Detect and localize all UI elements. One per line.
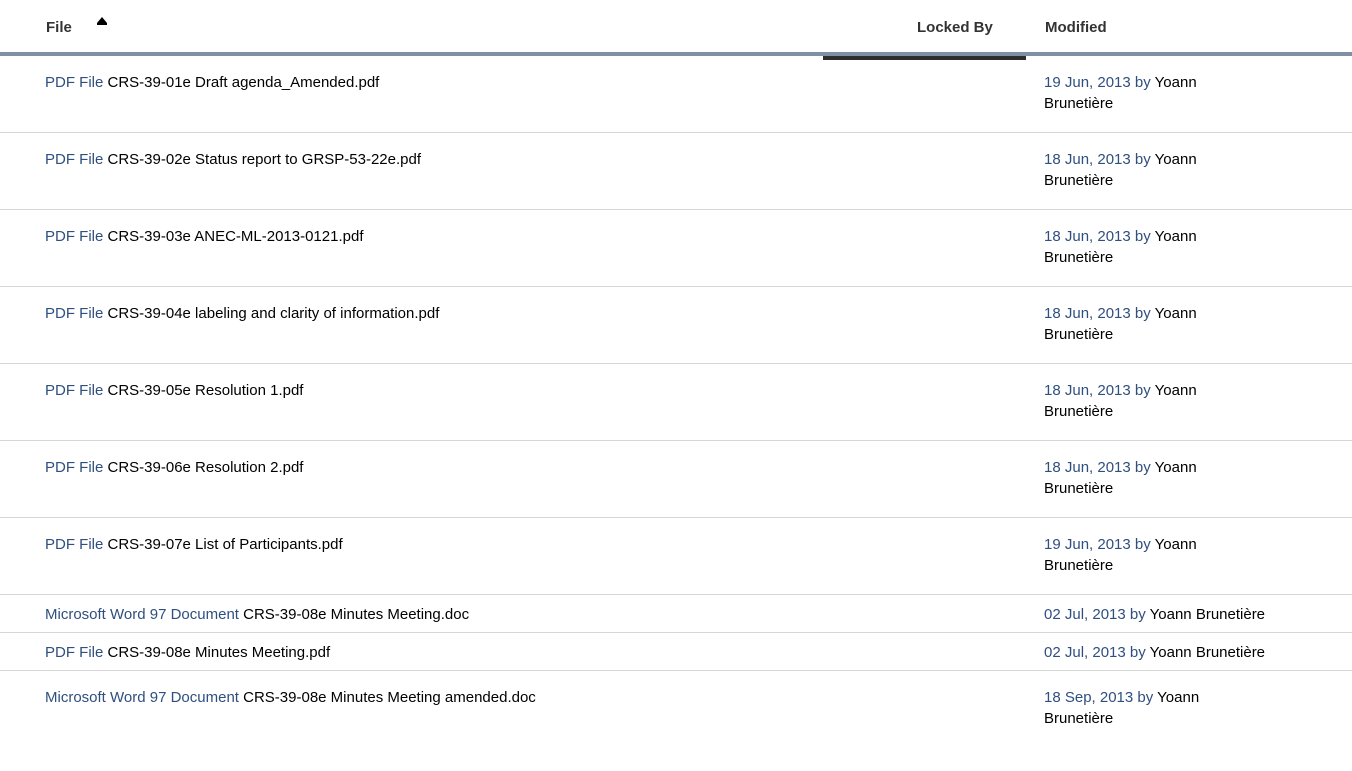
- file-cell: PDF File CRS-39-01e Draft agenda_Amended…: [45, 72, 379, 93]
- modified-cell: 02 Jul, 2013 by Yoann Brunetière: [1044, 604, 1344, 625]
- file-cell: PDF File CRS-39-07e List of Participants…: [45, 534, 343, 555]
- file-name[interactable]: CRS-39-08e Minutes Meeting amended.doc: [243, 689, 536, 706]
- file-name[interactable]: CRS-39-02e Status report to GRSP-53-22e.…: [108, 151, 422, 168]
- file-cell: PDF File CRS-39-06e Resolution 2.pdf: [45, 457, 303, 478]
- modified-date-link[interactable]: 02 Jul, 2013 by: [1044, 644, 1146, 661]
- modified-cell: 18 Jun, 2013 by Yoann Brunetière: [1044, 303, 1259, 345]
- file-type-link[interactable]: PDF File: [45, 644, 103, 661]
- modified-cell: 19 Jun, 2013 by Yoann Brunetière: [1044, 72, 1259, 114]
- column-header-modified[interactable]: Modified: [1045, 18, 1107, 38]
- table-row: PDF File CRS-39-04e labeling and clarity…: [0, 287, 1352, 364]
- table-row: Microsoft Word 97 Document CRS-39-08e Mi…: [0, 595, 1352, 633]
- modified-cell: 19 Jun, 2013 by Yoann Brunetière: [1044, 534, 1259, 576]
- modified-date-link[interactable]: 19 Jun, 2013 by: [1044, 536, 1151, 553]
- file-name[interactable]: CRS-39-07e List of Participants.pdf: [108, 536, 343, 553]
- file-cell: PDF File CRS-39-02e Status report to GRS…: [45, 149, 421, 170]
- file-cell: Microsoft Word 97 Document CRS-39-08e Mi…: [45, 687, 536, 708]
- file-cell: PDF File CRS-39-05e Resolution 1.pdf: [45, 380, 303, 401]
- file-name[interactable]: CRS-39-06e Resolution 2.pdf: [108, 459, 304, 476]
- column-header-file[interactable]: File: [46, 18, 72, 38]
- modified-cell: 18 Jun, 2013 by Yoann Brunetière: [1044, 149, 1259, 191]
- file-type-link[interactable]: PDF File: [45, 382, 103, 399]
- table-row: PDF File CRS-39-08e Minutes Meeting.pdf …: [0, 633, 1352, 671]
- file-type-link[interactable]: PDF File: [45, 228, 103, 245]
- file-type-link[interactable]: Microsoft Word 97 Document: [45, 689, 239, 706]
- modified-cell: 18 Jun, 2013 by Yoann Brunetière: [1044, 380, 1259, 422]
- file-type-link[interactable]: PDF File: [45, 74, 103, 91]
- modified-date-link[interactable]: 18 Jun, 2013 by: [1044, 459, 1151, 476]
- table-row: PDF File CRS-39-02e Status report to GRS…: [0, 133, 1352, 210]
- modified-cell: 02 Jul, 2013 by Yoann Brunetière: [1044, 642, 1344, 663]
- file-type-link[interactable]: Microsoft Word 97 Document: [45, 606, 239, 623]
- table-row: Microsoft Word 97 Document CRS-39-08e Mi…: [0, 671, 1352, 748]
- modified-user-link[interactable]: Yoann Brunetière: [1150, 644, 1265, 661]
- table-row: PDF File CRS-39-05e Resolution 1.pdf 18 …: [0, 364, 1352, 441]
- attachments-table: File Locked By Modified PDF File CRS-39-…: [0, 0, 1352, 748]
- column-header-locked-by[interactable]: Locked By: [917, 18, 993, 38]
- modified-date-link[interactable]: 02 Jul, 2013 by: [1044, 606, 1146, 623]
- modified-date-link[interactable]: 18 Jun, 2013 by: [1044, 382, 1151, 399]
- file-type-link[interactable]: PDF File: [45, 151, 103, 168]
- modified-date-link[interactable]: 19 Jun, 2013 by: [1044, 74, 1151, 91]
- modified-date-link[interactable]: 18 Sep, 2013 by: [1044, 689, 1153, 706]
- file-name[interactable]: CRS-39-03e ANEC-ML-2013-0121.pdf: [108, 228, 364, 245]
- table-row: PDF File CRS-39-03e ANEC-ML-2013-0121.pd…: [0, 210, 1352, 287]
- modified-user-link[interactable]: Yoann Brunetière: [1150, 606, 1265, 623]
- file-name[interactable]: CRS-39-05e Resolution 1.pdf: [108, 382, 304, 399]
- modified-cell: 18 Jun, 2013 by Yoann Brunetière: [1044, 457, 1259, 499]
- file-cell: PDF File CRS-39-08e Minutes Meeting.pdf: [45, 642, 330, 663]
- file-cell: PDF File CRS-39-03e ANEC-ML-2013-0121.pd…: [45, 226, 363, 247]
- modified-date-link[interactable]: 18 Jun, 2013 by: [1044, 305, 1151, 322]
- table-row: PDF File CRS-39-06e Resolution 2.pdf 18 …: [0, 441, 1352, 518]
- file-cell: PDF File CRS-39-04e labeling and clarity…: [45, 303, 439, 324]
- table-row: PDF File CRS-39-07e List of Participants…: [0, 518, 1352, 595]
- file-name[interactable]: CRS-39-08e Minutes Meeting.pdf: [108, 644, 331, 661]
- file-type-link[interactable]: PDF File: [45, 305, 103, 322]
- file-name[interactable]: CRS-39-04e labeling and clarity of infor…: [108, 305, 440, 322]
- table-header: File Locked By Modified: [0, 0, 1352, 56]
- modified-date-link[interactable]: 18 Jun, 2013 by: [1044, 228, 1151, 245]
- file-cell: Microsoft Word 97 Document CRS-39-08e Mi…: [45, 604, 469, 625]
- file-name[interactable]: CRS-39-08e Minutes Meeting.doc: [243, 606, 469, 623]
- modified-cell: 18 Sep, 2013 by Yoann Brunetière: [1044, 687, 1259, 729]
- file-name[interactable]: CRS-39-01e Draft agenda_Amended.pdf: [108, 74, 380, 91]
- file-type-link[interactable]: PDF File: [45, 459, 103, 476]
- table-row: PDF File CRS-39-01e Draft agenda_Amended…: [0, 56, 1352, 133]
- file-type-link[interactable]: PDF File: [45, 536, 103, 553]
- modified-date-link[interactable]: 18 Jun, 2013 by: [1044, 151, 1151, 168]
- modified-cell: 18 Jun, 2013 by Yoann Brunetière: [1044, 226, 1259, 268]
